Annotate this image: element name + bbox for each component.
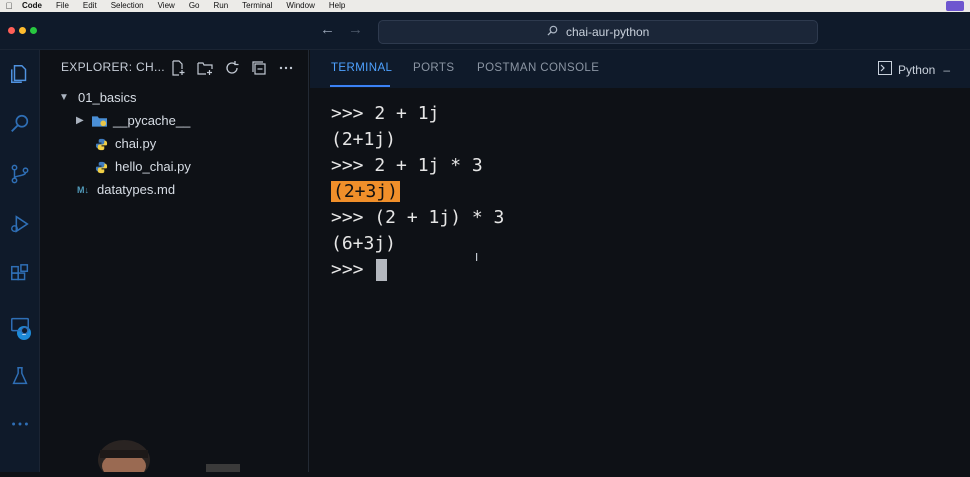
shell-name: Python (897, 62, 936, 77)
tree-label: datatypes.md (97, 182, 176, 197)
close-window-button[interactable] (8, 27, 15, 34)
mouse-ibeam-cursor: I (475, 251, 479, 264)
terminal-cursor (376, 259, 388, 281)
tab-terminal[interactable]: TERMINAL (331, 62, 392, 74)
minimize-window-button[interactable] (19, 27, 26, 34)
tree-file-datatypes-md[interactable]: M↓ datatypes.md (74, 179, 175, 201)
panel-tabs: TERMINAL PORTS POSTMAN CONSOLE Python – (310, 50, 970, 88)
extensions-icon[interactable] (0, 254, 40, 294)
python-file-icon (92, 160, 110, 174)
remote-explorer-icon[interactable] (0, 306, 40, 346)
folder-icon (90, 114, 108, 128)
tree-label: __pycache__ (113, 113, 191, 128)
tree-folder-pycache[interactable]: ▶ __pycache__ (76, 110, 190, 132)
explorer-actions (169, 59, 295, 77)
menu-terminal[interactable]: Terminal (242, 0, 272, 12)
terminal-output[interactable]: >>> 2 + 1j (2+1j) >>> 2 + 1j * 3 (2+3j) … (331, 101, 504, 283)
terminal-line: (2+1j) (331, 129, 397, 150)
apple-icon[interactable]:  (4, 0, 14, 12)
terminal-line: (6+3j) (331, 233, 397, 254)
new-folder-icon[interactable] (196, 59, 214, 77)
shell-menu-dash[interactable]: – (943, 63, 950, 77)
run-debug-icon[interactable] (0, 204, 40, 244)
chevron-down-icon: ▼ (59, 92, 69, 103)
tree-label: chai.py (115, 136, 157, 151)
arrow-left-icon[interactable]: ← (320, 21, 335, 38)
markdown-file-icon: M↓ (77, 185, 89, 195)
menu-selection[interactable]: Selection (111, 0, 144, 12)
explorer-sidebar: EXPLORER: CH... ▼ 01_basics ▶ __pycache_… (41, 50, 309, 472)
tree-folder-01-basics[interactable]: ▼ 01_basics (59, 87, 137, 109)
workspace-name: chai-aur-python (565, 25, 650, 39)
more-actions-icon[interactable] (277, 59, 295, 77)
activity-bar: 1 (0, 50, 40, 472)
menu-help[interactable]: Help (329, 0, 345, 12)
terminal-line: >>> (2 + 1j) * 3 (331, 207, 505, 228)
explorer-title: EXPLORER: CH... (61, 60, 165, 74)
tree-label: hello_chai.py (115, 159, 191, 174)
terminal-icon (877, 61, 892, 78)
menu-edit[interactable]: Edit (83, 0, 97, 12)
source-control-icon[interactable] (0, 154, 40, 194)
menu-run[interactable]: Run (213, 0, 228, 12)
arrow-right-icon[interactable]: → (348, 21, 363, 38)
search-icon (547, 21, 558, 43)
new-file-icon[interactable] (169, 59, 187, 77)
tab-ports[interactable]: PORTS (413, 62, 454, 74)
explorer-icon[interactable] (0, 54, 40, 94)
terminal-prompt: >>> (331, 259, 375, 280)
menu-go[interactable]: Go (189, 0, 200, 12)
tab-postman-console[interactable]: POSTMAN CONSOLE (477, 62, 599, 74)
search-icon[interactable] (0, 104, 40, 144)
terminal-line: >>> 2 + 1j * 3 (331, 155, 483, 176)
active-tab-indicator (330, 85, 390, 87)
terminal-line-highlighted: (2+3j) (331, 179, 504, 205)
menu-view[interactable]: View (158, 0, 175, 12)
status-app-icon[interactable] (946, 1, 964, 11)
menu-window[interactable]: Window (286, 0, 314, 12)
macos-menu-bar:  Code File Edit Selection View Go Run T… (0, 0, 970, 12)
chevron-right-icon: ▶ (76, 115, 84, 126)
highlighted-output: (2+3j) (331, 181, 401, 202)
refresh-icon[interactable] (223, 59, 241, 77)
python-file-icon (92, 137, 110, 151)
terminal-shell-selector[interactable]: Python – (877, 61, 950, 78)
presenter-webcam (94, 430, 244, 477)
collapse-all-icon[interactable] (250, 59, 268, 77)
zoom-window-button[interactable] (30, 27, 37, 34)
window-title-bar: ← → chai-aur-python (0, 12, 970, 50)
tree-file-chai-py[interactable]: chai.py (92, 133, 156, 155)
tree-label: 01_basics (78, 90, 137, 105)
terminal-prompt-line: >>> (331, 257, 504, 283)
terminal-line: >>> 2 + 1j (331, 103, 440, 124)
menu-file[interactable]: File (56, 0, 69, 12)
command-center-search[interactable]: chai-aur-python (378, 20, 818, 44)
testing-icon[interactable] (0, 356, 40, 396)
bottom-panel: TERMINAL PORTS POSTMAN CONSOLE Python – … (310, 50, 970, 472)
tree-file-hello-chai-py[interactable]: hello_chai.py (92, 156, 191, 178)
more-icon[interactable] (0, 404, 40, 444)
menu-app-name[interactable]: Code (22, 0, 42, 12)
